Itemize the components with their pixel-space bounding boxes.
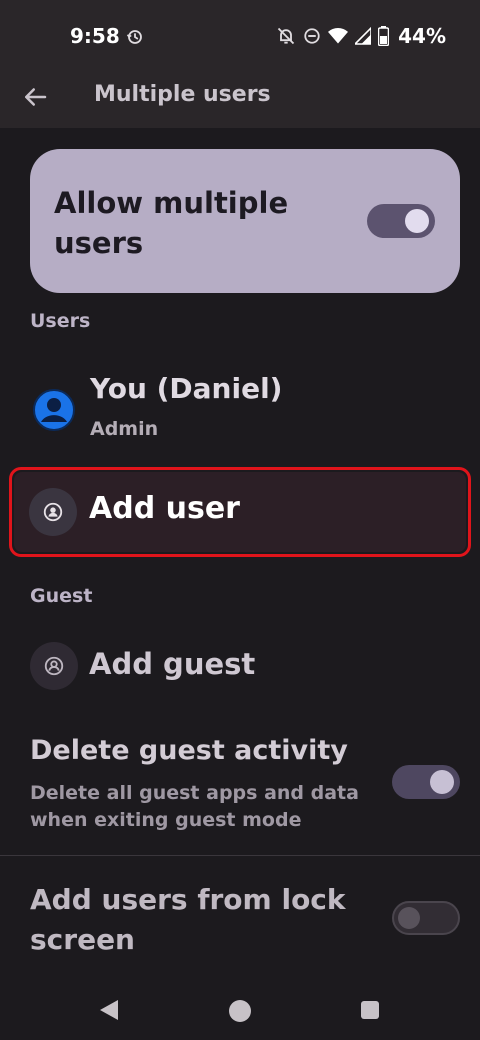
battery-icon — [378, 26, 390, 46]
person-add-icon — [29, 488, 77, 536]
status-time: 9:58 — [70, 24, 120, 48]
add-users-lock-screen-toggle[interactable] — [392, 901, 460, 935]
divider — [0, 855, 480, 856]
toggle-thumb — [430, 770, 454, 794]
toggle-thumb — [398, 907, 420, 929]
signal-icon — [355, 27, 372, 45]
add-guest-button[interactable]: Add guest — [30, 640, 460, 694]
add-user-button[interactable]: Add user — [14, 472, 466, 552]
back-arrow-icon[interactable] — [20, 82, 50, 112]
add-user-label: Add user — [89, 491, 240, 526]
dnd-icon — [304, 28, 320, 44]
delete-guest-activity-title: Delete guest activity — [30, 735, 348, 766]
app-bar: Multiple users — [0, 72, 480, 128]
navigation-bar — [0, 980, 480, 1040]
users-section-label: Users — [30, 310, 91, 332]
mute-icon — [277, 27, 295, 45]
allow-multiple-users-toggle[interactable] — [367, 204, 435, 238]
add-guest-label: Add guest — [89, 647, 256, 681]
delete-guest-activity-toggle[interactable] — [392, 765, 460, 799]
nav-back-icon[interactable] — [98, 999, 120, 1021]
add-users-lock-screen-title: Add users from lock screen — [30, 883, 346, 956]
wifi-icon — [328, 28, 349, 44]
nav-home-icon[interactable] — [229, 1000, 251, 1022]
user-item-daniel[interactable]: You (Daniel) Admin — [30, 368, 460, 448]
user-name: You (Daniel) — [90, 372, 283, 405]
allow-multiple-users-label: Allow multiple users — [54, 186, 289, 260]
top-bar: 9:58 44% Multiple users — [0, 0, 480, 128]
account-circle-icon — [33, 389, 75, 431]
person-icon — [30, 642, 78, 690]
delete-guest-activity-subtitle: Delete all guest apps and data when exit… — [30, 782, 359, 831]
allow-multiple-users-card[interactable]: Allow multiple users — [30, 149, 460, 293]
toggle-thumb — [405, 209, 429, 233]
user-role: Admin — [90, 418, 159, 440]
status-icons: 44% — [276, 24, 446, 48]
nav-recents-icon[interactable] — [361, 1001, 379, 1019]
page-title: Multiple users — [94, 82, 271, 107]
battery-percent: 44% — [398, 24, 446, 48]
guest-section-label: Guest — [30, 585, 93, 607]
status-bar: 9:58 44% — [0, 0, 480, 72]
alarm-icon — [126, 30, 142, 44]
